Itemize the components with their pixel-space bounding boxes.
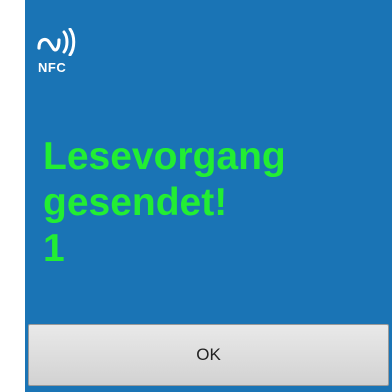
status-message: Lesevorgang gesendet! 1 [43, 134, 383, 272]
nfc-waves-icon [37, 28, 77, 56]
status-message-line-2: gesendet! [43, 181, 228, 224]
nfc-dialog: NFC Lesevorgang gesendet! 1 OK [25, 0, 392, 392]
nfc-logo-text: NFC [38, 60, 67, 75]
button-bar: OK [25, 316, 392, 392]
status-message-line-1: Lesevorgang [43, 135, 286, 178]
ok-button[interactable]: OK [28, 324, 389, 386]
status-message-count: 1 [43, 227, 65, 270]
nfc-logo: NFC [37, 28, 77, 80]
